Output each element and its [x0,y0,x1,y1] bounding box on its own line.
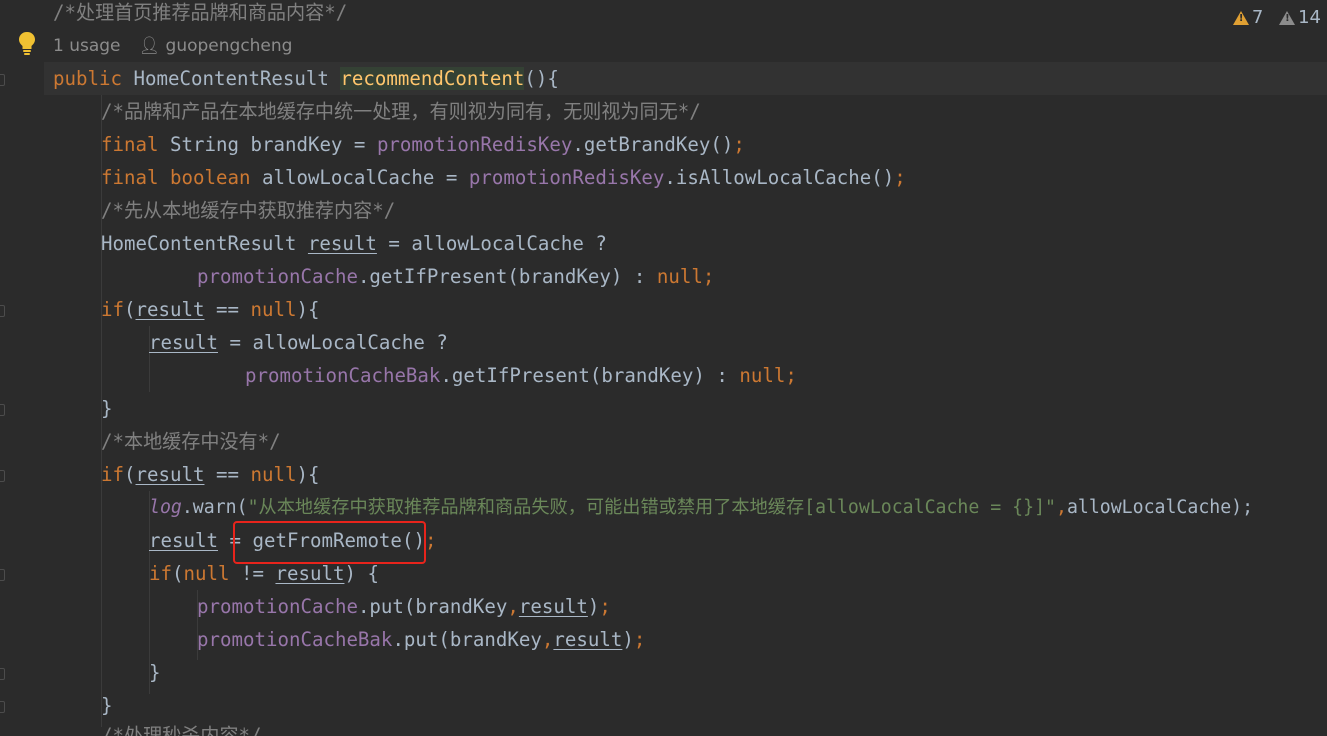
highlight-annotation-box [233,521,426,564]
code-line[interactable]: final String brandKey = promotionRedisKe… [101,128,745,161]
code-line[interactable]: } [101,392,113,425]
warning-icon [1232,11,1249,25]
usages-hint[interactable]: 1 usage [53,36,121,56]
fold-marker[interactable] [0,701,5,713]
author-hint[interactable]: guopengcheng [166,36,293,56]
lightbulb-icon[interactable] [16,30,38,56]
method-declaration[interactable]: recommendContent [340,67,525,90]
code-line[interactable]: if(result == null){ [101,293,319,326]
code-line[interactable]: public HomeContentResult recommendConten… [53,62,559,95]
code-line[interactable]: promotionCache.getIfPresent(brandKey) : … [197,260,714,293]
code-line[interactable]: /*处理首页推荐品牌和商品内容*/ [53,0,347,29]
code-line[interactable]: promotionCacheBak.put(brandKey,result); [197,623,645,656]
code-vision-hint[interactable]: 1 usage 👤︎ guopengcheng [53,31,292,61]
code-line[interactable]: } [149,656,161,689]
code-line[interactable]: /*处理秒杀内容*/ [101,719,262,736]
fold-marker[interactable] [0,569,5,581]
code-line[interactable]: /*先从本地缓存中获取推荐内容*/ [101,194,395,227]
author-icon: 👤︎ [138,36,161,56]
fold-marker[interactable] [0,668,5,680]
code-line[interactable]: result = allowLocalCache ? [149,326,448,359]
code-line[interactable]: /*本地缓存中没有*/ [101,425,281,458]
indent-guide [101,260,102,293]
fold-marker[interactable] [0,404,5,416]
weak-warning-count[interactable]: 14 [1279,6,1321,30]
code-line[interactable]: log.warn("从本地缓存中获取推荐品牌和商品失败，可能出错或禁用了本地缓存… [149,491,1253,524]
code-line[interactable]: if(result == null){ [101,458,319,491]
inspection-widget[interactable]: 7 14 [1216,6,1327,30]
fold-marker[interactable] [0,305,5,317]
code-line[interactable]: /*品牌和产品在本地缓存中统一处理，有则视为同有，无则视为同无*/ [101,95,701,128]
indent-guide [149,359,150,392]
fold-marker[interactable] [0,470,5,482]
code-line[interactable]: } [101,689,113,722]
code-line[interactable]: HomeContentResult result = allowLocalCac… [101,227,607,260]
code-line[interactable]: final boolean allowLocalCache = promotio… [101,161,906,194]
code-line[interactable]: promotionCacheBak.getIfPresent(brandKey)… [245,359,797,392]
editor-gutter [0,0,44,736]
code-line[interactable]: promotionCache.put(brandKey,result); [197,590,611,623]
code-editor[interactable]: 7 14 1 usage 👤︎ guopengcheng /*处理首页推荐品牌和商… [0,0,1327,736]
weak-warning-icon [1279,11,1296,25]
warning-count[interactable]: 7 [1232,6,1263,30]
fold-marker[interactable] [0,74,5,86]
